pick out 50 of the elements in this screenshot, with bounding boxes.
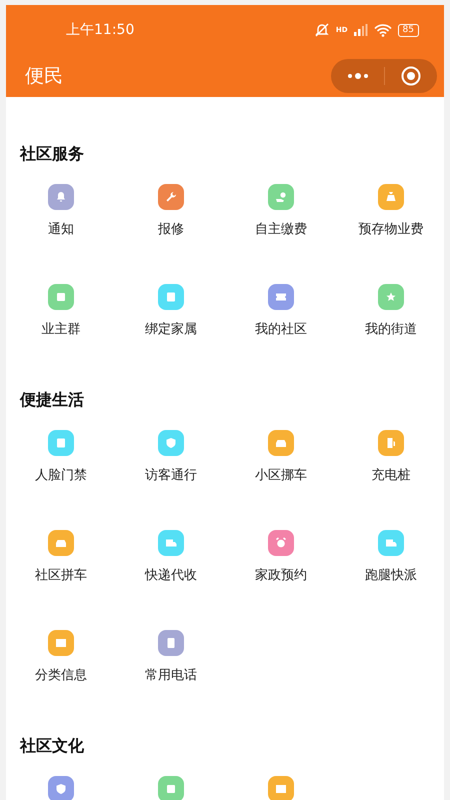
battery-level: 85 [398,24,419,36]
service-label[interactable]: 常用电话 [145,666,197,684]
service-label[interactable]: 预存物业费 [358,220,424,238]
page-title: 便民 [25,64,63,89]
mute-icon [314,23,330,37]
service-label[interactable]: 家政预约 [255,566,307,584]
service-icon[interactable] [48,776,74,800]
service-icon[interactable] [268,430,294,456]
service-icon[interactable] [158,530,184,556]
close-icon [401,66,421,86]
service-label[interactable]: 绑定家属 [145,320,197,338]
service-label[interactable]: 我的街道 [365,320,417,338]
service-icon[interactable] [48,430,74,456]
service-label[interactable]: 跑腿快派 [365,566,417,584]
service-icon[interactable] [158,776,184,800]
service-icon[interactable] [48,630,74,656]
signal-icon [354,24,368,36]
service-label[interactable]: 分类信息 [35,666,87,684]
service-label[interactable]: 快递代收 [145,566,197,584]
service-label[interactable]: 通知 [48,220,74,238]
service-icon[interactable] [48,530,74,556]
section-title: 社区文化 [18,735,85,757]
service-icon[interactable] [158,430,184,456]
service-label[interactable]: 充电桩 [372,466,410,484]
service-icon[interactable] [378,430,404,456]
service-icon[interactable] [268,284,294,310]
service-icon[interactable] [158,184,184,210]
service-icon[interactable] [268,530,294,556]
service-icon[interactable] [48,284,74,310]
wifi-icon [374,24,392,36]
more-icon [347,72,369,80]
service-label[interactable]: 我的社区 [255,320,307,338]
service-label[interactable]: 小区挪车 [255,466,307,484]
service-icon[interactable] [48,184,74,210]
service-label[interactable]: 访客通行 [145,466,197,484]
service-icon[interactable] [158,630,184,656]
service-label[interactable]: 人脸门禁 [35,466,87,484]
section-title: 社区服务 [18,143,85,165]
service-icon[interactable] [378,284,404,310]
service-icon[interactable] [378,530,404,556]
service-icon[interactable] [268,776,294,800]
service-label[interactable]: 自主缴费 [255,220,307,238]
service-icon[interactable] [268,184,294,210]
service-icon[interactable] [158,284,184,310]
service-icon[interactable] [378,184,404,210]
section-title: 便捷生活 [18,389,85,411]
service-label[interactable]: 报修 [158,220,184,238]
service-label[interactable]: 社区拼车 [35,566,87,584]
service-label[interactable]: 业主群 [42,320,80,338]
status-time: 上午11:50 [66,21,134,39]
